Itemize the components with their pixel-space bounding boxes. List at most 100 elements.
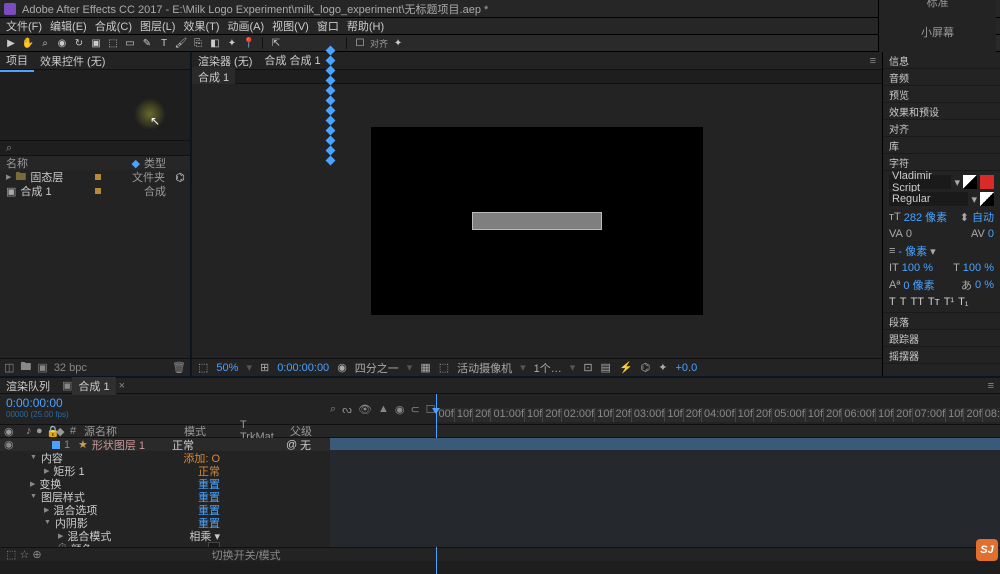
tl-mb-icon[interactable]: ◉: [395, 403, 405, 416]
ruler-tick[interactable]: 20f: [613, 408, 631, 422]
zoom-tool[interactable]: ⌕: [38, 36, 52, 50]
layer-duration-bar[interactable]: [330, 438, 1000, 450]
workspace-standard[interactable]: 标准: [927, 0, 949, 10]
col-lock[interactable]: 🔒: [42, 425, 52, 437]
panel-预览[interactable]: 预览: [883, 86, 1000, 103]
font-size[interactable]: 282 像素: [904, 209, 947, 225]
kerning[interactable]: 0: [906, 228, 912, 240]
view-opt-icon[interactable]: ⊡: [583, 361, 592, 374]
prop-混合选项[interactable]: ▶混合选项重置: [0, 503, 330, 516]
ruler-tick[interactable]: 10f: [735, 408, 753, 422]
shape-layer-rect[interactable]: [472, 212, 602, 230]
col-tag-icon[interactable]: ◆: [132, 157, 140, 170]
interpret-footage-icon[interactable]: ◫: [4, 361, 14, 374]
col-parent[interactable]: 父级: [286, 425, 326, 437]
ruler-tick[interactable]: 20f: [823, 408, 841, 422]
col-eye[interactable]: ◉: [0, 425, 22, 437]
stroke-width[interactable]: - 像素: [898, 243, 927, 259]
tab-render-queue[interactable]: 渲染队列: [0, 377, 56, 395]
panel-摇摆器[interactable]: 摇摆器: [883, 347, 1000, 364]
ruler-tick[interactable]: 20f: [472, 408, 490, 422]
prop-内容[interactable]: ▼内容添加: O: [0, 451, 330, 464]
view-layout[interactable]: 1个…: [534, 360, 562, 376]
subscript-icon[interactable]: T₁: [958, 296, 968, 308]
tl-graph-icon[interactable]: ⊂: [410, 403, 419, 416]
caps-icon[interactable]: TT: [910, 296, 923, 308]
composition-canvas[interactable]: [371, 127, 703, 315]
col-trkmat[interactable]: T TrkMat: [236, 425, 286, 437]
eyedropper-icon[interactable]: [963, 175, 977, 189]
ruler-tick[interactable]: 10f: [805, 408, 823, 422]
camera-tool[interactable]: ▣: [89, 36, 103, 50]
current-time[interactable]: 0:00:00:00: [6, 396, 324, 410]
snapshot-icon[interactable]: ◉: [337, 361, 347, 374]
prop-图层样式[interactable]: ▼图层样式重置: [0, 490, 330, 503]
bpc-toggle[interactable]: 32 bpc: [54, 362, 87, 374]
label-color[interactable]: [52, 441, 60, 449]
puppet-tool[interactable]: 📍: [242, 36, 256, 50]
type-tool[interactable]: T: [157, 36, 171, 50]
project-item-comp1[interactable]: ▣ 合成 1 合成: [0, 184, 190, 198]
tl-comp-icon[interactable]: ᔓ: [342, 403, 352, 416]
ruler-tick[interactable]: 10f: [524, 408, 542, 422]
panel-音频[interactable]: 音频: [883, 69, 1000, 86]
tab-project[interactable]: 项目: [0, 50, 34, 72]
tl-shy-icon[interactable]: 👁: [358, 403, 372, 416]
panel-对齐[interactable]: 对齐: [883, 120, 1000, 137]
menu-帮助(H)[interactable]: 帮助(H): [347, 18, 384, 34]
menu-视图(V)[interactable]: 视图(V): [272, 18, 309, 34]
eye-icon[interactable]: ◉: [4, 438, 14, 451]
ruler-tick[interactable]: 20f: [683, 408, 701, 422]
fast-preview-icon[interactable]: ⚡: [619, 361, 633, 374]
preview-time[interactable]: 0:00:00:00: [277, 362, 329, 374]
ruler-tick[interactable]: 10f: [594, 408, 612, 422]
menu-图层(L)[interactable]: 图层(L): [140, 18, 175, 34]
timeline-icon[interactable]: ⌬: [641, 361, 651, 374]
search-icon[interactable]: ⌕: [6, 142, 12, 155]
snap-options[interactable]: ✦: [391, 36, 405, 50]
res-dropdown[interactable]: 四分之一: [355, 360, 399, 376]
bold-icon[interactable]: T: [889, 296, 896, 308]
local-axis-icon[interactable]: ⇱: [269, 36, 283, 50]
snap-toggle[interactable]: ☐: [353, 36, 367, 50]
new-comp-icon[interactable]: ▣: [37, 361, 47, 374]
tracking[interactable]: 0: [988, 228, 994, 240]
close-tab-icon[interactable]: ×: [116, 380, 128, 392]
ruler-tick[interactable]: 03:00f: [631, 408, 665, 422]
tab-comp[interactable]: 合成 合成 1: [258, 50, 326, 72]
ruler-tick[interactable]: 10f: [454, 408, 472, 422]
ruler-tick[interactable]: 10f: [945, 408, 963, 422]
pan-behind-tool[interactable]: ⬚: [106, 36, 120, 50]
pen-tool[interactable]: ✎: [140, 36, 154, 50]
hand-tool[interactable]: ✋: [21, 36, 35, 50]
workspace-small[interactable]: 小屏幕: [921, 24, 954, 40]
toggle-switches-label[interactable]: 切换开关/模式: [212, 547, 281, 563]
mag-icon[interactable]: ⬚: [198, 361, 208, 374]
tl-fx-icon[interactable]: ▲: [378, 403, 389, 415]
panel-库[interactable]: 库: [883, 137, 1000, 154]
ruler-tick[interactable]: 20f: [753, 408, 771, 422]
toggle-switches-icon[interactable]: ⬚ ☆ ⊕: [6, 548, 42, 561]
panel-段落[interactable]: 段落: [883, 313, 1000, 330]
menu-动画(A)[interactable]: 动画(A): [228, 18, 265, 34]
orbit-tool[interactable]: ◉: [55, 36, 69, 50]
panel-信息[interactable]: 信息: [883, 52, 1000, 69]
brush-tool[interactable]: 🖌: [174, 36, 188, 50]
ruler-tick[interactable]: 07:00f: [912, 408, 946, 422]
roto-tool[interactable]: ✦: [225, 36, 239, 50]
grid-icon[interactable]: ▦: [420, 361, 430, 374]
superscript-icon[interactable]: T¹: [944, 296, 954, 308]
ruler-tick[interactable]: 20f: [963, 408, 981, 422]
ruler-tick[interactable]: 08:00f: [982, 408, 1000, 422]
ruler-tick[interactable]: 20f: [542, 408, 560, 422]
col-source[interactable]: 源名称: [80, 425, 180, 437]
panel-跟踪器[interactable]: 跟踪器: [883, 330, 1000, 347]
font-family[interactable]: Vladimir Script: [889, 175, 951, 189]
ruler-tick[interactable]: 05:00f: [771, 408, 805, 422]
clone-tool[interactable]: ⎘: [191, 36, 205, 50]
baseline[interactable]: 0 像素: [903, 277, 934, 293]
stroke-color[interactable]: [980, 192, 994, 206]
menu-编辑(E)[interactable]: 编辑(E): [50, 18, 87, 34]
tab-comp1-timeline[interactable]: 合成 1: [72, 377, 115, 395]
flowchart-icon[interactable]: ⌬: [176, 173, 184, 181]
